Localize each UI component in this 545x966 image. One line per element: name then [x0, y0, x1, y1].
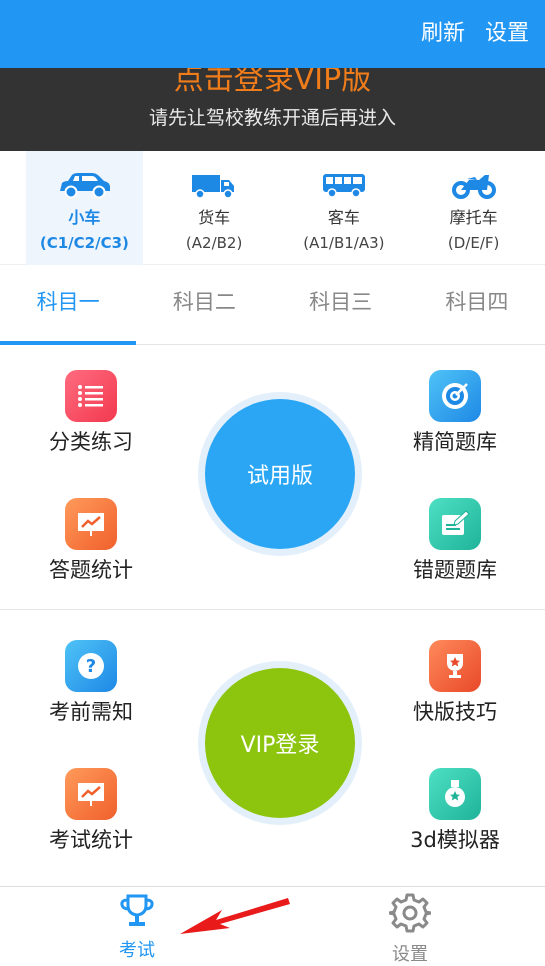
item-label: 3d模拟器 — [410, 828, 500, 852]
vehicle-code: (D/E/F) — [447, 234, 500, 252]
vehicle-name: 货车 — [198, 208, 231, 227]
trial-version-button[interactable]: 试用版 — [205, 399, 355, 549]
vehicle-bus[interactable]: 客车 (A1/B1/A3) — [286, 151, 403, 265]
vehicle-name: 摩托车 — [449, 208, 498, 227]
vehicle-name: 客车 — [327, 208, 360, 227]
tab-subject-4[interactable]: 科目四 — [409, 265, 545, 345]
nav-exam[interactable]: 考试 — [87, 893, 187, 963]
car-icon — [60, 173, 111, 199]
svg-text:?: ? — [86, 656, 96, 677]
item-label: 答题统计 — [49, 558, 133, 582]
subject-tabs: 科目一 科目二 科目三 科目四 — [0, 265, 545, 345]
practice-section: 分类练习 精简题库 答题统计 错题题库 试用版 — [0, 346, 545, 610]
simplified-bank-button[interactable]: 精简题库 — [380, 370, 530, 456]
medal-icon — [429, 768, 481, 820]
edit-note-icon — [429, 498, 481, 550]
vehicle-code: (A2/B2) — [185, 234, 243, 252]
gear-icon — [387, 893, 433, 933]
exam-section: ? 考前需知 快版技巧 考试统计 3d模拟器 VIP登录 — [0, 611, 545, 886]
chart-board-icon — [65, 768, 117, 820]
target-icon — [429, 370, 481, 422]
item-label: 分类练习 — [49, 430, 133, 454]
motorcycle-icon — [451, 175, 496, 199]
item-label: 错题题库 — [413, 558, 497, 582]
chart-board-icon — [65, 498, 117, 550]
nav-settings[interactable]: 设置 — [360, 893, 460, 966]
vehicle-motorcycle[interactable]: 摩托车 (D/E/F) — [415, 151, 532, 265]
top-actions: 刷新 设置 — [421, 19, 529, 49]
tab-subject-2[interactable]: 科目二 — [136, 265, 272, 345]
vehicle-name: 小车 — [68, 208, 101, 227]
vip-login-banner[interactable]: 点击登录VIP版 请先让驾校教练开通后再进入 — [0, 68, 545, 151]
banner-title: 点击登录VIP版 — [173, 68, 372, 97]
wrong-bank-button[interactable]: 错题题库 — [380, 498, 530, 584]
tab-subject-1[interactable]: 科目一 — [0, 265, 137, 345]
vehicle-code: (C1/C2/C3) — [39, 234, 129, 252]
red-arrow-annotation — [180, 898, 290, 934]
vehicle-truck[interactable]: 货车 (A2/B2) — [156, 151, 273, 265]
nav-label: 设置 — [392, 944, 428, 965]
exam-notice-button[interactable]: ? 考前需知 — [16, 640, 166, 726]
trophy-star-icon — [429, 640, 481, 692]
trial-version-ring: 试用版 — [198, 392, 362, 556]
simulator-3d-button[interactable]: 3d模拟器 — [380, 768, 530, 854]
item-label: 考试统计 — [49, 828, 133, 852]
quick-tips-button[interactable]: 快版技巧 — [380, 640, 530, 726]
trophy-icon — [120, 894, 154, 926]
vehicle-car[interactable]: 小车 (C1/C2/C3) — [26, 151, 143, 265]
vehicle-selector: 小车 (C1/C2/C3) 货车 (A2/B2) 客车 (A1/B1/A3) 摩… — [0, 151, 545, 265]
tab-subject-3[interactable]: 科目三 — [273, 265, 409, 345]
settings-button[interactable]: 设置 — [485, 19, 529, 49]
question-icon: ? — [65, 640, 117, 692]
list-icon — [65, 370, 117, 422]
vehicle-code: (A1/B1/A3) — [303, 234, 385, 252]
truck-icon — [192, 175, 235, 199]
item-label: 快版技巧 — [413, 700, 497, 724]
answer-stats-button[interactable]: 答题统计 — [16, 498, 166, 584]
item-label: 考前需知 — [49, 700, 133, 724]
category-practice-button[interactable]: 分类练习 — [16, 370, 166, 456]
nav-label: 考试 — [119, 940, 155, 961]
vip-login-ring: VIP登录 — [198, 661, 362, 825]
exam-stats-button[interactable]: 考试统计 — [16, 768, 166, 854]
banner-subtitle: 请先让驾校教练开通后再进入 — [148, 107, 396, 129]
top-bar: 刷新 设置 — [0, 0, 545, 68]
vip-login-button[interactable]: VIP登录 — [205, 668, 355, 818]
refresh-button[interactable]: 刷新 — [421, 19, 465, 49]
bus-icon — [322, 174, 365, 198]
item-label: 精简题库 — [413, 430, 497, 454]
